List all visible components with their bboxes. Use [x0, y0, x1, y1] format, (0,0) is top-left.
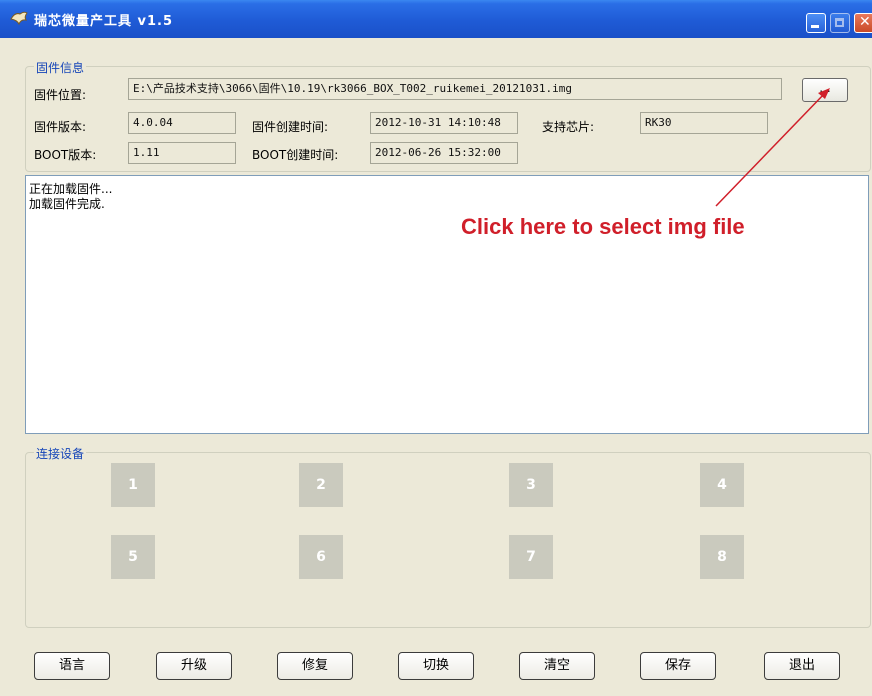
upgrade-button[interactable]: 升级: [156, 652, 232, 680]
app-window: 瑞芯微量产工具 v1.5 ✕ 固件信息 固件位置: E:\产品技术支持\3066…: [0, 0, 872, 696]
firmware-path-label: 固件位置:: [34, 88, 87, 102]
firmware-path-field[interactable]: E:\产品技术支持\3066\固件\10.19\rk3066_BOX_T002_…: [128, 78, 782, 100]
boot-created-label: BOOT创建时间:: [252, 148, 339, 162]
close-icon: ✕: [859, 14, 871, 30]
language-button[interactable]: 语言: [34, 652, 110, 680]
chip-label: 支持芯片:: [542, 120, 595, 134]
device-slot-7[interactable]: 7: [509, 535, 553, 579]
minimize-icon: [811, 25, 819, 28]
window-title: 瑞芯微量产工具 v1.5: [34, 14, 174, 29]
device-slot-2[interactable]: 2: [299, 463, 343, 507]
device-slot-6[interactable]: 6: [299, 535, 343, 579]
device-slot-5[interactable]: 5: [111, 535, 155, 579]
minimize-button[interactable]: [806, 13, 826, 33]
boot-created-field: 2012-06-26 15:32:00: [370, 142, 518, 164]
boot-version-field: 1.11: [128, 142, 236, 164]
devices-group-label: 连接设备: [34, 445, 87, 462]
close-button[interactable]: ✕: [854, 13, 872, 33]
exit-button[interactable]: 退出: [764, 652, 840, 680]
save-button[interactable]: 保存: [640, 652, 716, 680]
rockchip-app-icon: [10, 11, 28, 26]
device-slot-1[interactable]: 1: [111, 463, 155, 507]
firmware-version-label: 固件版本:: [34, 120, 87, 134]
log-line: 加载固件完成.: [29, 197, 105, 211]
maximize-button[interactable]: [830, 13, 850, 33]
repair-button[interactable]: 修复: [277, 652, 353, 680]
device-slot-4[interactable]: 4: [700, 463, 744, 507]
browse-button[interactable]: ...: [802, 78, 848, 102]
annotation-text: Click here to select img file: [461, 214, 745, 239]
firmware-version-field: 4.0.04: [128, 112, 236, 134]
switch-button[interactable]: 切换: [398, 652, 474, 680]
firmware-created-field: 2012-10-31 14:10:48: [370, 112, 518, 134]
firmware-info-label: 固件信息: [34, 59, 87, 76]
maximize-icon: [835, 18, 844, 27]
boot-version-label: BOOT版本:: [34, 148, 97, 162]
device-slot-3[interactable]: 3: [509, 463, 553, 507]
device-slot-8[interactable]: 8: [700, 535, 744, 579]
title-bar[interactable]: 瑞芯微量产工具 v1.5 ✕: [0, 0, 872, 38]
chip-field: RK30: [640, 112, 768, 134]
clear-button[interactable]: 清空: [519, 652, 595, 680]
firmware-created-label: 固件创建时间:: [252, 120, 329, 134]
